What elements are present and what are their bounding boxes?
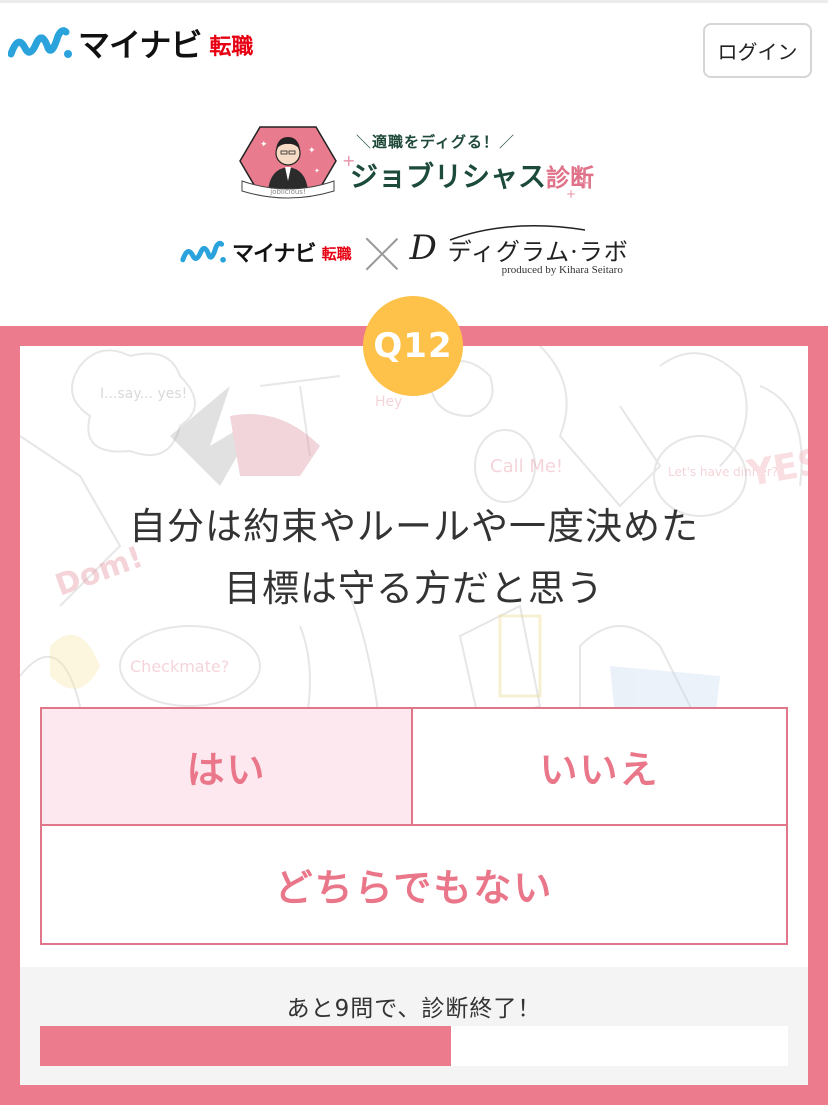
login-button[interactable]: ログイン [703,23,812,78]
answer-no-button[interactable]: いいえ [413,709,786,826]
portrait-caption: joblicious! [269,188,306,196]
campaign-title-main: ジョブリシャス [350,160,547,193]
bg-word: I...say... yes! [100,386,187,402]
bg-word: YES [743,441,808,495]
question-text: 自分は約束やルールや一度決めた 目標は守る方だと思う [20,496,808,620]
answer-options: はい いいえ どちらでもない [40,707,788,945]
partner-credit: produced by Kihara Seitaro [501,264,623,276]
collaboration-banner: マイナビ 転職 D ディグラム·ラボ produced by Kihara Se… [180,222,660,282]
svg-text:✦: ✦ [308,146,316,156]
svg-text:✦: ✦ [314,167,320,175]
partner-name: ディグラム·ラボ [447,238,629,266]
sparkle-icon: + [342,151,356,170]
cross-icon [364,234,400,270]
portrait-illustration-icon: ✦ ✦ ✦ joblicious! [239,126,337,199]
sparkle-icon: + [578,173,592,192]
question-number-badge: Q12 [363,296,463,396]
question-line-1: 自分は約束やルールや一度決めた [129,505,699,548]
remaining-questions-text: あと9問で、診断終了！ [286,996,542,1022]
campaign-logo: ✦ ✦ ✦ joblicious! ＼適職をディグる！／ ジョブリシャス診断 +… [238,125,598,201]
collab-brand-name: マイナビ [232,242,317,267]
mynavi-tenshoku-logo[interactable]: マイナビ 転職 [8,23,254,64]
bg-word: Call Me! [490,456,563,477]
brand-name: マイナビ [78,26,202,64]
site-header: マイナビ 転職 ログイン [0,3,828,93]
diagram-lab-logo: D ディグラム·ラボ produced by Kihara Seitaro [410,222,650,282]
mynavi-mark-icon [180,240,226,263]
progress-bar-fill [40,1026,452,1066]
bg-word: Hey [375,394,402,410]
campaign-catchphrase: ＼適職をディグる！／ [356,133,515,151]
collab-brand-sub: 転職 [321,245,352,263]
bg-word: Checkmate? [130,657,229,676]
progress-bar [40,1026,788,1066]
mynavi-mark-icon [8,27,72,58]
quiz-panel: I...say... yes! Hey Call Me! Let's have … [20,346,808,1085]
catchphrase-text: 適職をディグる！ [372,133,499,151]
quiz-frame: I...say... yes! Hey Call Me! Let's have … [0,326,828,1105]
question-line-2: 目標は守る方だと思う [224,567,604,610]
answer-neither-button[interactable]: どちらでもない [42,826,786,943]
answer-yes-button[interactable]: はい [42,709,413,826]
progress-section: あと9問で、診断終了！ [20,967,808,1085]
svg-text:✦: ✦ [260,140,268,150]
sparkle-icon: + [566,187,577,201]
campaign-title: ジョブリシャス診断 [350,155,594,195]
brand-sub: 転職 [209,35,254,60]
partner-initial: D [409,228,437,268]
